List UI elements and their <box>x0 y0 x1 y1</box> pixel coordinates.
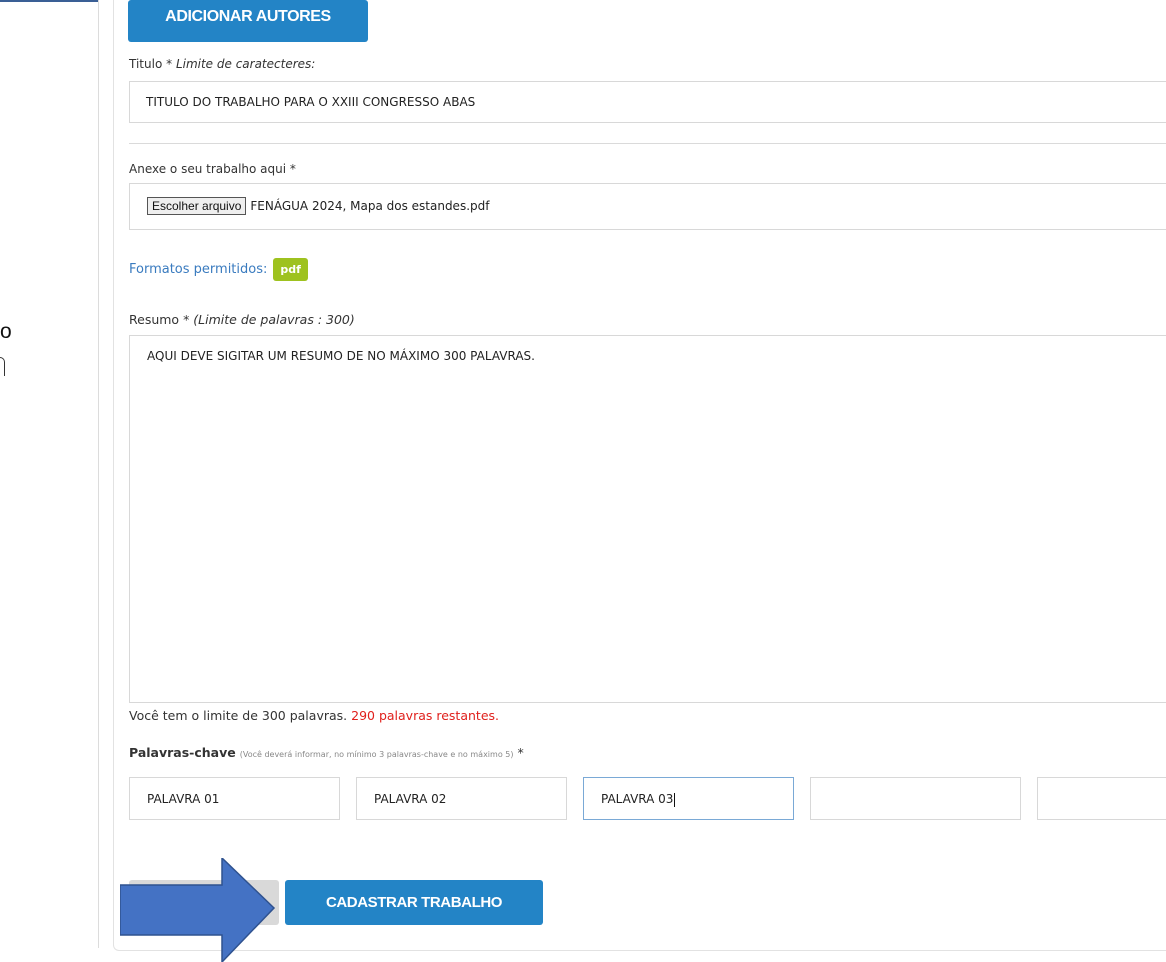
allowed-formats-label: Formatos permitidos: <box>129 262 268 277</box>
word-limit-text: Você tem o limite de 300 palavras. <box>129 708 348 723</box>
choose-file-button[interactable]: Escolher arquivo <box>147 197 247 215</box>
word-counter: Você tem o limite de 300 palavras. 290 p… <box>129 708 499 723</box>
file-input[interactable]: Escolher arquivo FENÁGUA 2024, Mapa dos e… <box>129 183 1166 230</box>
title-required-mark: * <box>166 57 173 71</box>
keyword-input-4[interactable] <box>810 777 1021 820</box>
allowed-formats: Formatos permitidos: pdf <box>129 258 308 281</box>
summary-hint: (Limite de palavras : 300) <box>193 312 355 327</box>
keyword-input-2[interactable]: PALAVRA 02 <box>356 777 567 820</box>
file-name: FENÁGUA 2024, Mapa dos estandes.pdf <box>250 199 490 213</box>
keywords-label-text: Palavras-chave <box>129 745 236 760</box>
keyword-input-1[interactable]: PALAVRA 01 <box>129 777 340 820</box>
pdf-format-badge: pdf <box>273 258 308 281</box>
keyword-input-3[interactable]: PALAVRA 03 <box>583 777 794 820</box>
side-note-text: o <box>0 320 12 343</box>
divider <box>129 143 1166 144</box>
summary-required-mark: * <box>183 312 190 327</box>
title-label: Titulo * Limite de caratecteres: <box>129 57 315 71</box>
keyword-input-5[interactable] <box>1037 777 1166 820</box>
summary-textarea[interactable]: AQUI DEVE SIGITAR UM RESUMO DE NO MÁXIMO… <box>129 335 1166 703</box>
text-caret <box>674 792 676 807</box>
summary-textarea-value: AQUI DEVE SIGITAR UM RESUMO DE NO MÁXIMO… <box>147 349 535 363</box>
keyword-value-1: PALAVRA 01 <box>147 792 220 806</box>
submit-work-button[interactable]: CADASTRAR TRABALHO <box>285 880 543 925</box>
side-note-fragment <box>0 357 5 376</box>
add-authors-button[interactable]: ADICIONAR AUTORES <box>128 0 368 42</box>
words-remaining-text: 290 palavras restantes. <box>351 708 499 723</box>
title-input-value: TITULO DO TRABALHO PARA O XXIII CONGRESS… <box>146 95 476 109</box>
attachment-label: Anexe o seu trabalho aqui * <box>129 162 296 176</box>
keywords-hint: (Você deverá informar, no mínimo 3 palav… <box>239 750 514 759</box>
keywords-required-mark: * <box>517 745 524 760</box>
keyword-value-3: PALAVRA 03 <box>601 792 674 806</box>
summary-label: Resumo * (Limite de palavras : 300) <box>129 312 355 327</box>
title-hint: Limite de caratecteres: <box>175 57 316 71</box>
pointer-arrow-shape <box>120 858 276 962</box>
keyword-value-2: PALAVRA 02 <box>374 792 447 806</box>
title-label-text: Titulo <box>129 57 163 71</box>
title-input[interactable]: TITULO DO TRABALHO PARA O XXIII CONGRESS… <box>129 81 1166 123</box>
pointer-arrow-icon <box>120 858 276 962</box>
summary-label-text: Resumo <box>129 312 180 327</box>
keywords-label: Palavras-chave (Você deverá informar, no… <box>129 745 524 760</box>
